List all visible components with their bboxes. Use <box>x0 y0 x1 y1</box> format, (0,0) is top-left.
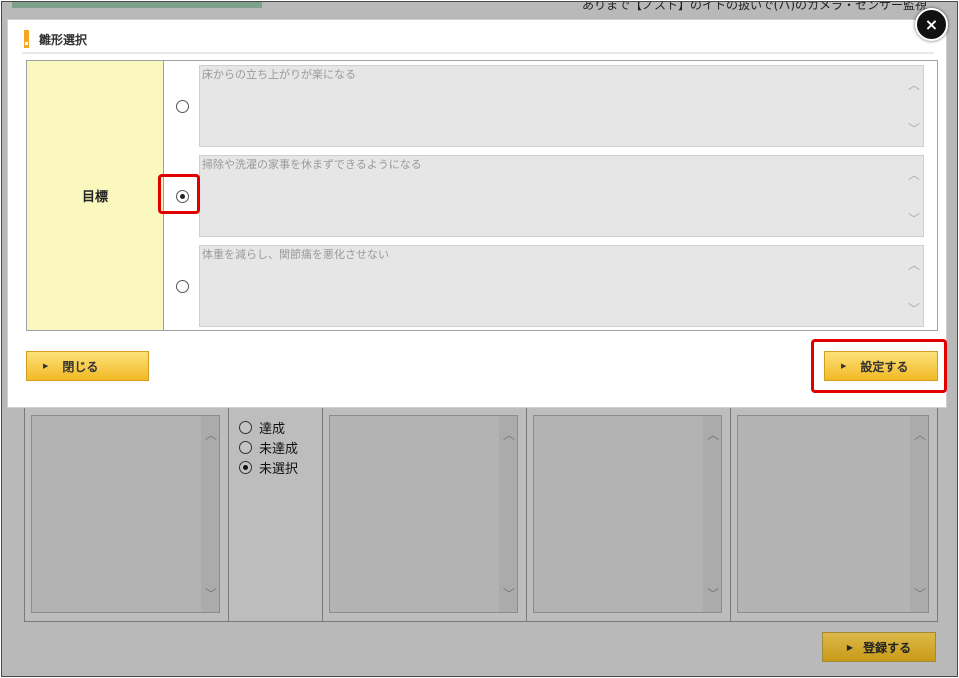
radio-selected-icon[interactable] <box>239 460 252 474</box>
background-header-text: ありまで【ノスト】のイトの扱いで(ハ)のカメラ・センサー監視 <box>582 1 928 12</box>
goal-radio-3[interactable] <box>176 280 189 293</box>
background-cell: ︿ ﹀ <box>323 407 527 621</box>
arrow-right-icon: ▶ <box>43 362 49 370</box>
status-option-achieved[interactable]: 達成 <box>239 417 298 437</box>
background-cell: ︿ ﹀ <box>527 407 731 621</box>
goal-text-2[interactable]: 掃除や洗濯の家事を休まずできるようになる ︿ ﹀ <box>199 155 924 237</box>
scroll-up-icon: ︿ <box>204 428 217 442</box>
scroll-up-icon[interactable]: ︿ <box>908 78 920 92</box>
goal-option-2: 掃除や洗濯の家事を休まずできるようになる ︿ ﹀ <box>164 151 937 237</box>
status-option-not-achieved[interactable]: 未達成 <box>239 437 298 457</box>
template-select-dialog: 雛形選択 目標 床からの立ち上がりが楽になる ︿ ﹀ 掃除や洗濯の家事を休まずで… <box>7 19 947 408</box>
status-option-label: 未達成 <box>259 441 299 457</box>
screen-frame: ありまで【ノスト】のイトの扱いで(ハ)のカメラ・センサー監視 ︿ ﹀ 達成 未達… <box>1 1 958 677</box>
arrow-right-icon: ▶ <box>846 642 854 652</box>
highlight-selected-radio <box>158 174 200 214</box>
goal-text-value: 掃除や洗濯の家事を休まずできるようになる <box>202 158 422 171</box>
dialog-header: 雛形選択 <box>22 26 934 54</box>
scroll-up-icon: ︿ <box>706 428 719 442</box>
scroll-up-icon: ︿ <box>913 428 926 442</box>
scroll-down-icon[interactable]: ﹀ <box>908 122 920 136</box>
dialog-title: 雛形選択 <box>39 32 88 47</box>
background-table: ︿ ﹀ 達成 未達成 未選択 ︿ ﹀ ︿ ﹀ ︿ ﹀ <box>24 406 938 622</box>
background-textarea[interactable]: ︿ ﹀ <box>329 415 518 613</box>
close-icon[interactable]: × <box>915 8 948 41</box>
scroll-up-icon: ︿ <box>502 428 515 442</box>
scroll-down-icon: ﹀ <box>204 587 217 601</box>
scroll-down-icon: ﹀ <box>706 587 719 601</box>
title-marker-icon <box>24 30 29 48</box>
background-textarea[interactable]: ︿ ﹀ <box>737 415 929 613</box>
status-option-label: 未選択 <box>259 461 299 477</box>
radio-icon[interactable] <box>239 420 252 434</box>
scroll-up-icon[interactable]: ︿ <box>908 258 920 272</box>
goal-option-3: 体重を減らし、関節痛を悪化させない ︿ ﹀ <box>164 241 937 327</box>
status-radio-group: 達成 未達成 未選択 <box>239 417 298 477</box>
status-option-unselected[interactable]: 未選択 <box>239 457 298 477</box>
close-dialog-label: 閉じる <box>62 359 99 374</box>
scroll-up-icon[interactable]: ︿ <box>908 168 920 182</box>
goal-radio-1[interactable] <box>176 100 189 113</box>
register-button-label: 登録する <box>863 640 912 655</box>
goal-options: 床からの立ち上がりが楽になる ︿ ﹀ 掃除や洗濯の家事を休まずできるようになる … <box>164 61 937 330</box>
scroll-down-icon: ﹀ <box>502 587 515 601</box>
close-dialog-button[interactable]: ▶ 閉じる <box>26 351 149 381</box>
highlight-set-button <box>811 339 947 393</box>
background-cell: ︿ ﹀ <box>731 407 937 621</box>
status-option-label: 達成 <box>259 421 286 437</box>
scroll-down-icon: ﹀ <box>913 587 926 601</box>
goal-text-value: 体重を減らし、関節痛を悪化させない <box>202 248 389 261</box>
goal-option-1: 床からの立ち上がりが楽になる ︿ ﹀ <box>164 61 937 147</box>
scroll-down-icon[interactable]: ﹀ <box>908 302 920 316</box>
goal-text-value: 床からの立ち上がりが楽になる <box>202 68 356 81</box>
register-button[interactable]: ▶ 登録する <box>822 632 936 662</box>
background-banner <box>12 2 262 8</box>
background-cell: ︿ ﹀ <box>25 407 229 621</box>
scroll-down-icon[interactable]: ﹀ <box>908 212 920 226</box>
goal-text-3[interactable]: 体重を減らし、関節痛を悪化させない ︿ ﹀ <box>199 245 924 327</box>
background-status-cell: 達成 未達成 未選択 <box>229 407 323 621</box>
goal-text-1[interactable]: 床からの立ち上がりが楽になる ︿ ﹀ <box>199 65 924 147</box>
background-textarea[interactable]: ︿ ﹀ <box>31 415 220 613</box>
goal-label: 目標 <box>27 61 164 330</box>
background-textarea[interactable]: ︿ ﹀ <box>533 415 722 613</box>
radio-icon[interactable] <box>239 440 252 454</box>
